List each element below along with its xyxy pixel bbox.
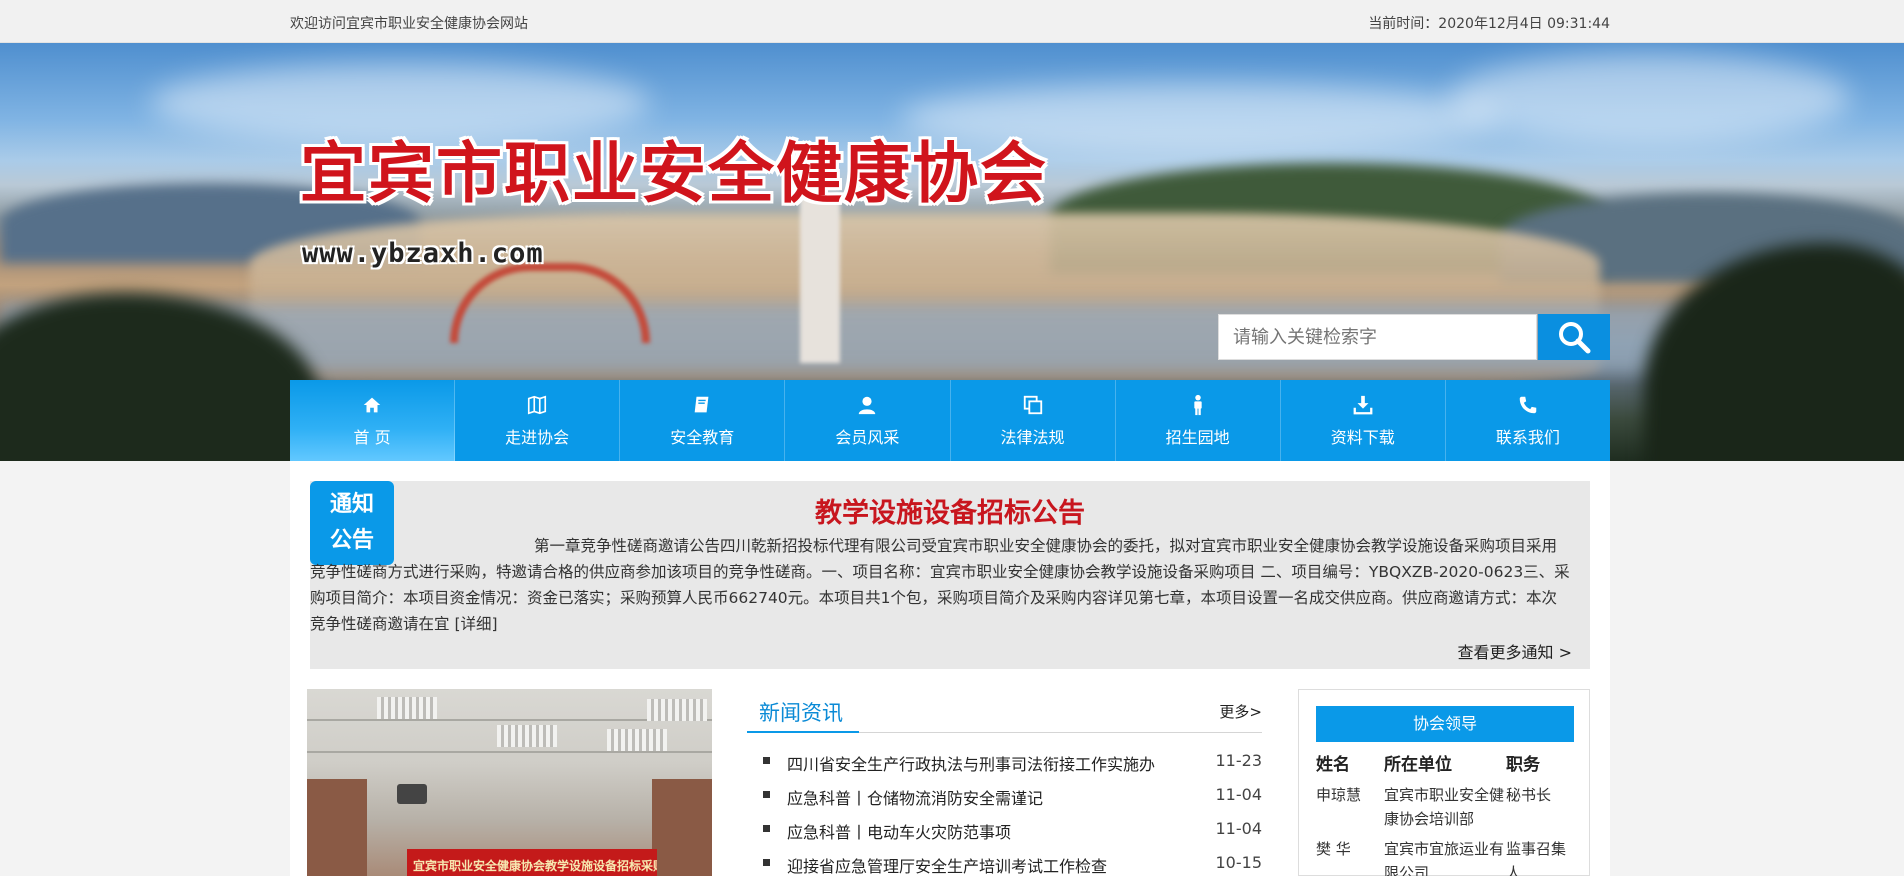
user-icon bbox=[859, 396, 876, 414]
ceiling-line bbox=[307, 751, 712, 753]
nav-label: 会员风采 bbox=[835, 427, 900, 447]
leader-role: 监事召集人 bbox=[1506, 840, 1567, 876]
site-title: 宜宾市职业安全健康协会 bbox=[300, 134, 1048, 212]
nav-label: 安全教育 bbox=[670, 427, 735, 447]
leader-unit: 宜宾市职业安全健康协会培训部 bbox=[1384, 786, 1505, 828]
projector-icon bbox=[397, 784, 427, 804]
home-icon bbox=[363, 397, 381, 412]
banner-tower bbox=[800, 193, 840, 363]
news-item-title[interactable]: 四川省安全生产行政执法与刑事司法衔接工作实施办 bbox=[787, 751, 1177, 775]
ceiling-light bbox=[377, 697, 437, 719]
notice-panel: 教学设施设备招标公告 通知 公告 第一章竞争性磋商邀请公告四川乾新招投标代理有限… bbox=[310, 481, 1590, 669]
banner-cloud bbox=[1450, 53, 1850, 143]
leaders-panel: 协会领导 姓名 所在单位 职务 申琼慧 宜宾市职业安全健康协会培训部 秘书长 樊… bbox=[1298, 689, 1590, 876]
column-header-role: 职务 bbox=[1506, 755, 1540, 775]
nav-item-enrollment[interactable]: 招生园地 bbox=[1116, 380, 1281, 461]
photo-banner-text: 宜宾市职业安全健康协会教学设施设备招标采购磋商会（2020年第 bbox=[407, 849, 657, 876]
main-nav: 首 页 走进协会 安全教育 会员风采 法律法规 招生园地 资料下载 联系我们 bbox=[290, 380, 1610, 461]
ceiling-light bbox=[497, 725, 557, 747]
column-header-name: 姓名 bbox=[1316, 755, 1350, 775]
news-item-date: 11-04 bbox=[1215, 785, 1263, 804]
news-photo[interactable]: 宜宾市职业安全健康协会教学设施设备招标采购磋商会（2020年第 bbox=[307, 689, 712, 876]
search-button[interactable] bbox=[1538, 314, 1610, 360]
leader-name: 申琼慧 bbox=[1316, 786, 1362, 804]
news-item-title[interactable]: 迎接省应急管理厅安全生产培训考试工作检查 bbox=[787, 853, 1177, 876]
copy-icon bbox=[1023, 395, 1042, 414]
news-item-date: 11-23 bbox=[1215, 751, 1263, 770]
download-icon bbox=[1353, 395, 1373, 414]
news-title-underline bbox=[747, 731, 859, 733]
nav-item-home[interactable]: 首 页 bbox=[290, 380, 456, 461]
notice-detail-link[interactable]: [详细] bbox=[454, 615, 497, 633]
nav-label: 招生园地 bbox=[1165, 427, 1230, 447]
nav-item-education[interactable]: 安全教育 bbox=[620, 380, 786, 461]
nav-item-members[interactable]: 会员风采 bbox=[785, 380, 951, 461]
leader-name: 樊 华 bbox=[1316, 840, 1351, 858]
news-item-title[interactable]: 应急科普丨电动车火灾防范事项 bbox=[787, 819, 1177, 843]
news-more-link[interactable]: 更多> bbox=[1219, 701, 1262, 722]
book-icon bbox=[694, 396, 709, 412]
welcome-text: 欢迎访问宜宾市职业安全健康协会网站 bbox=[290, 16, 528, 32]
site-url: www.ybzaxh.com bbox=[302, 238, 544, 269]
news-section: 新闻资讯 更多> 四川省安全生产行政执法与刑事司法衔接工作实施办 11-23 应… bbox=[747, 689, 1262, 876]
leaders-table: 姓名 所在单位 职务 申琼慧 宜宾市职业安全健康协会培训部 秘书长 樊 华 宜宾… bbox=[1316, 750, 1578, 876]
leaders-title: 协会领导 bbox=[1316, 706, 1574, 742]
leader-unit: 宜宾市宜旅运业有限公司 bbox=[1384, 840, 1505, 876]
leader-role: 秘书长 bbox=[1506, 786, 1552, 804]
bullet-icon bbox=[763, 757, 770, 764]
notice-text: 第一章竞争性磋商邀请公告四川乾新招投标代理有限公司受宜宾市职业安全健康协会的委托… bbox=[310, 537, 1570, 633]
notice-more-link[interactable]: 查看更多通知 > bbox=[1458, 639, 1573, 663]
news-item-title[interactable]: 应急科普丨仓储物流消防安全需谨记 bbox=[787, 785, 1177, 809]
news-item-date: 11-04 bbox=[1215, 819, 1263, 838]
bullet-icon bbox=[763, 791, 770, 798]
ceiling-light bbox=[607, 729, 667, 751]
main-content: 教学设施设备招标公告 通知 公告 第一章竞争性磋商邀请公告四川乾新招投标代理有限… bbox=[290, 461, 1610, 876]
news-list: 四川省安全生产行政执法与刑事司法衔接工作实施办 11-23 应急科普丨仓储物流消… bbox=[747, 745, 1262, 876]
ceiling-light bbox=[647, 699, 707, 721]
table-row: 樊 华 宜宾市宜旅运业有限公司 监事召集人 bbox=[1316, 837, 1578, 876]
search-icon bbox=[1559, 322, 1591, 354]
nav-label: 资料下载 bbox=[1330, 427, 1395, 447]
top-bar: 欢迎访问宜宾市职业安全健康协会网站 当前时间：2020年12月4日 09:31:… bbox=[0, 0, 1904, 43]
current-time: 当前时间：2020年12月4日 09:31:44 bbox=[1368, 16, 1610, 32]
nav-label: 首 页 bbox=[353, 427, 391, 447]
table-row: 申琼慧 宜宾市职业安全健康协会培训部 秘书长 bbox=[1316, 783, 1578, 837]
notice-title[interactable]: 教学设施设备招标公告 bbox=[310, 491, 1590, 530]
news-item[interactable]: 迎接省应急管理厅安全生产培训考试工作检查 10-15 bbox=[747, 847, 1262, 876]
nav-label: 法律法规 bbox=[1000, 427, 1065, 447]
nav-item-laws[interactable]: 法律法规 bbox=[951, 380, 1116, 461]
news-item[interactable]: 应急科普丨电动车火灾防范事项 11-04 bbox=[747, 813, 1262, 847]
nav-label: 走进协会 bbox=[505, 427, 570, 447]
news-title[interactable]: 新闻资讯 bbox=[759, 697, 843, 727]
phone-icon bbox=[1519, 396, 1537, 413]
nav-item-about[interactable]: 走进协会 bbox=[455, 380, 621, 461]
news-header: 新闻资讯 更多> bbox=[747, 689, 1262, 733]
photo-wall bbox=[307, 779, 367, 876]
nav-item-downloads[interactable]: 资料下载 bbox=[1281, 380, 1446, 461]
nav-item-contact[interactable]: 联系我们 bbox=[1446, 380, 1610, 461]
column-header-unit: 所在单位 bbox=[1384, 755, 1452, 775]
notice-badge-line: 通知 bbox=[329, 492, 374, 517]
person-icon bbox=[1194, 394, 1202, 415]
news-item[interactable]: 应急科普丨仓储物流消防安全需谨记 11-04 bbox=[747, 779, 1262, 813]
photo-wall bbox=[652, 779, 712, 876]
news-item[interactable]: 四川省安全生产行政执法与刑事司法衔接工作实施办 11-23 bbox=[747, 745, 1262, 779]
notice-body: 第一章竞争性磋商邀请公告四川乾新招投标代理有限公司受宜宾市职业安全健康协会的委托… bbox=[310, 533, 1572, 637]
nav-label: 联系我们 bbox=[1495, 427, 1560, 447]
bullet-icon bbox=[763, 825, 770, 832]
news-item-date: 10-15 bbox=[1215, 853, 1263, 872]
search-input[interactable] bbox=[1218, 314, 1537, 360]
map-icon bbox=[528, 395, 547, 414]
bullet-icon bbox=[763, 859, 770, 866]
